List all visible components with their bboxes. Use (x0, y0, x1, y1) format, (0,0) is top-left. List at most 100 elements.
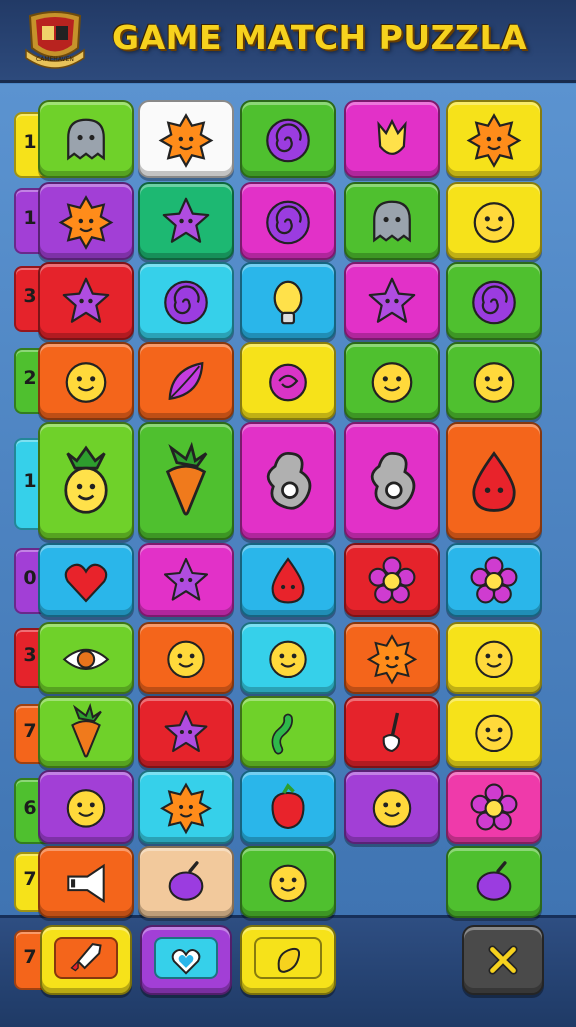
tile-star[interactable] (138, 696, 234, 768)
face-icon (475, 714, 513, 753)
face-icon (473, 202, 515, 243)
tile-ghost[interactable] (38, 100, 134, 178)
sun-icon (158, 113, 214, 168)
horn-icon (67, 863, 105, 903)
fruit-icon (168, 861, 204, 901)
tile-star[interactable] (38, 262, 134, 340)
tile-star[interactable] (138, 543, 234, 617)
game-title: GAME MATCH PUZZLA (112, 18, 528, 57)
tile-knot[interactable] (240, 422, 336, 540)
bean-icon (277, 947, 301, 973)
tile-hand[interactable] (344, 696, 440, 768)
tile-sun[interactable] (138, 100, 234, 178)
tile-pineapple[interactable] (38, 422, 134, 540)
swirl-icon (266, 118, 310, 163)
heart-outline-icon (171, 949, 201, 975)
bulb-icon (273, 280, 303, 325)
cross-icon (488, 945, 518, 975)
ghost-icon (67, 118, 105, 161)
tile-swirl[interactable] (138, 262, 234, 340)
tile-face[interactable] (344, 342, 440, 420)
rocket-icon (70, 943, 102, 972)
tile-swirl[interactable] (446, 262, 542, 340)
tile-sun[interactable] (38, 182, 134, 260)
face-icon (371, 362, 413, 403)
pineapple-icon (64, 445, 108, 514)
tile-drop[interactable] (446, 422, 542, 540)
tile-face[interactable] (240, 622, 336, 694)
tile-sun[interactable] (446, 100, 542, 178)
berry-icon (271, 783, 305, 830)
worm-icon (271, 713, 293, 755)
tile-star[interactable] (344, 262, 440, 340)
leaf-icon (168, 361, 204, 401)
carrot-icon (71, 702, 102, 758)
flower-icon (470, 556, 518, 604)
tile-leaf[interactable] (138, 342, 234, 420)
tile-fruit[interactable] (446, 846, 542, 918)
hand-icon (382, 712, 401, 753)
rocket-button[interactable] (40, 925, 132, 995)
sun-icon (366, 634, 418, 685)
tile-berry[interactable] (240, 770, 336, 844)
fruit-icon (476, 861, 512, 901)
row-label-number: 7 (23, 946, 37, 968)
swirl-icon (164, 280, 208, 325)
face-icon (167, 640, 205, 679)
face-icon (65, 362, 107, 403)
tile-fruit[interactable] (138, 846, 234, 918)
star-icon (368, 277, 416, 323)
face-icon (372, 789, 412, 828)
heart-button[interactable] (140, 925, 232, 995)
tile-flower[interactable] (446, 770, 542, 844)
bean-button[interactable] (240, 925, 336, 995)
face-icon (473, 362, 515, 403)
tile-worm[interactable] (240, 696, 336, 768)
tile-carrot[interactable] (38, 696, 134, 768)
tile-swirl[interactable] (240, 100, 336, 178)
knot-icon (266, 452, 312, 510)
drop-icon (472, 451, 516, 512)
tile-face[interactable] (38, 770, 134, 844)
cross-button[interactable] (462, 925, 544, 995)
face-icon (475, 640, 513, 679)
tile-face[interactable] (446, 696, 542, 768)
tile-face[interactable] (446, 342, 542, 420)
swirl-icon (472, 280, 516, 325)
star-icon (163, 557, 209, 601)
star-icon (62, 277, 110, 323)
face-icon (269, 864, 307, 903)
tile-carrot[interactable] (138, 422, 234, 540)
knot-icon (370, 452, 416, 510)
logo-text: CAMEHAVEN (36, 56, 74, 63)
carrot-icon (165, 441, 208, 516)
tile-sun[interactable] (344, 622, 440, 694)
tile-face[interactable] (446, 182, 542, 260)
tile-tulip[interactable] (344, 100, 440, 178)
tile-swirl[interactable] (240, 182, 336, 260)
tile-rose[interactable] (240, 342, 336, 420)
tile-face[interactable] (240, 846, 336, 918)
star-icon (162, 197, 210, 243)
tile-flower[interactable] (344, 543, 440, 617)
face-icon (66, 789, 106, 828)
tile-sun[interactable] (138, 770, 234, 844)
tile-bulb[interactable] (240, 262, 336, 340)
sun-icon (58, 195, 114, 250)
tile-eye[interactable] (38, 622, 134, 694)
header-bar: CAMEHAVEN GAME MATCH PUZZLA (0, 0, 576, 83)
tile-face[interactable] (344, 770, 440, 844)
tile-drop[interactable] (240, 543, 336, 617)
tile-face[interactable] (38, 342, 134, 420)
tile-face[interactable] (138, 622, 234, 694)
tile-star[interactable] (138, 182, 234, 260)
tile-face[interactable] (446, 622, 542, 694)
tile-knot[interactable] (344, 422, 440, 540)
tile-flower[interactable] (446, 543, 542, 617)
swirl-icon (266, 200, 310, 245)
tile-ghost[interactable] (344, 182, 440, 260)
eye-icon (62, 648, 110, 670)
face-icon (269, 640, 307, 679)
tile-heart[interactable] (38, 543, 134, 617)
tile-horn[interactable] (38, 846, 134, 918)
